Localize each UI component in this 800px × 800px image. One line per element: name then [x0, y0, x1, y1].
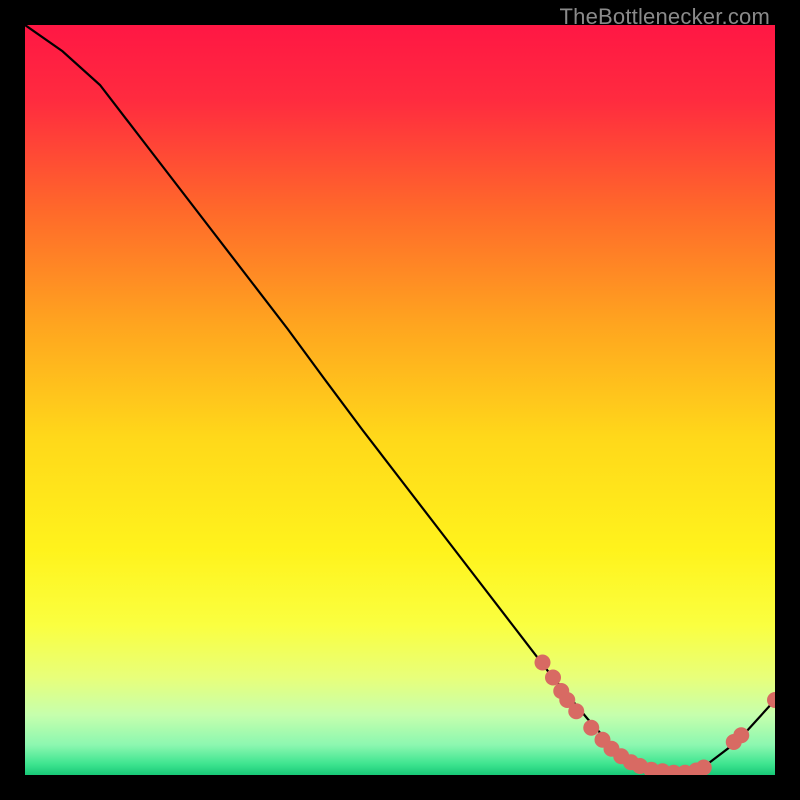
data-marker: [545, 670, 561, 686]
watermark-text: TheBottlenecker.com: [560, 4, 770, 30]
bottleneck-curve-plot: [25, 25, 775, 775]
chart-frame: [25, 25, 775, 775]
gradient-background: [25, 25, 775, 775]
data-marker: [535, 655, 551, 671]
data-marker: [733, 727, 749, 743]
data-marker: [696, 760, 712, 776]
data-marker: [568, 703, 584, 719]
data-marker: [583, 720, 599, 736]
